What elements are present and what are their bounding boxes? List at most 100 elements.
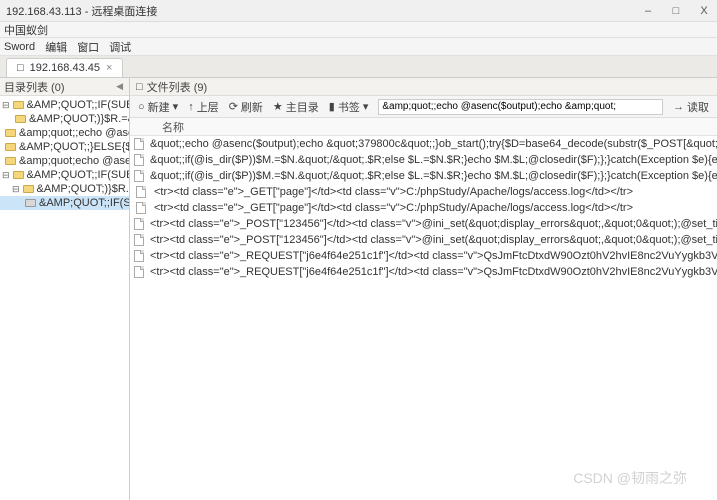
file-icon: [134, 249, 144, 263]
folder-icon: [15, 113, 26, 125]
file-row[interactable]: <tr><td class="e">_GET["page"]</td><td c…: [130, 184, 717, 200]
file-toolbar: ○ 新建 ▾ ↑ 上层 ⟳ 刷新 ★ 主目录 ▮ 书签 ▾: [130, 96, 717, 118]
close-button[interactable]: X: [697, 5, 711, 17]
tab-close-icon[interactable]: ×: [106, 62, 112, 74]
menu-window[interactable]: 窗口: [77, 39, 99, 55]
tab-label: 192.168.43.45: [30, 62, 100, 74]
folder-icon: [13, 169, 24, 181]
tree-item-label: &AMP;QUOT;;IF(SUBSTR($D,0,1)!: [27, 99, 129, 111]
bookmark-icon: ▮: [329, 100, 335, 113]
tree-item-label: &amp;quot;;echo @asenc($output): [19, 127, 129, 139]
refresh-button[interactable]: ⟳ 刷新: [229, 99, 263, 115]
tree-item[interactable]: ⊟ &AMP;QUOT;;IF(SUBSTR($D,0,1: [0, 168, 129, 182]
tree-item-label: &AMP;QUOT;;IF(SUBS: [39, 197, 129, 209]
file-icon: [134, 265, 144, 279]
file-icon: [134, 137, 144, 151]
drive-icon: [25, 197, 36, 209]
content-pane: □ 文件列表 (9) ○ 新建 ▾ ↑ 上层 ⟳ 刷新 ★ 主目录 ▮: [130, 78, 717, 500]
folder-icon: [5, 127, 16, 139]
arrow-up-icon: ↑: [188, 101, 194, 113]
menu-bar: Sword 编辑 窗口 调试: [0, 38, 717, 56]
menu-sword[interactable]: Sword: [4, 41, 35, 53]
file-name: &quot;;echo @asenc($output);echo &quot;3…: [150, 138, 717, 150]
path-input[interactable]: [378, 99, 663, 115]
tree-item[interactable]: &AMP;QUOT;;IF(SUBS: [0, 196, 129, 210]
file-row[interactable]: &quot;;if(@is_dir($P))$M.=$N.&quot;/&quo…: [130, 152, 717, 168]
file-icon: [134, 217, 144, 231]
home-button[interactable]: ★ 主目录: [273, 99, 319, 115]
tree-item-label: &AMP;QUOT;;IF(SUBSTR($D,0,1: [27, 169, 129, 181]
file-row[interactable]: <tr><td class="e">_REQUEST["j6e4f64e251c…: [130, 248, 717, 264]
window-controls: – □ X: [641, 5, 711, 17]
tree-item[interactable]: &AMP;QUOT;)}$R.=&AMP;QUOT;: [0, 112, 129, 126]
tree-item-label: &AMP;QUOT;)}$R.=&AMP;QUOT;: [29, 113, 129, 125]
folder-icon: [5, 141, 16, 153]
app-header: 中国蚁剑: [0, 22, 717, 38]
tree-item[interactable]: &amp;quot;;echo @asenc($output): [0, 126, 129, 140]
menu-edit[interactable]: 编辑: [45, 39, 67, 55]
file-icon: [134, 153, 144, 167]
star-icon: ★: [273, 100, 283, 113]
file-icon: [134, 233, 144, 247]
new-button[interactable]: ○ 新建 ▾: [138, 99, 178, 115]
tree-item-label: &AMP;QUOT;;}ELSE{$R.=&AMP;QUOT: [19, 141, 129, 153]
file-icon: [134, 185, 148, 199]
arrow-right-icon: →: [673, 101, 684, 113]
file-row[interactable]: &quot;;echo @asenc($output);echo &quot;3…: [130, 136, 717, 152]
up-button[interactable]: ↑ 上层: [188, 99, 219, 115]
file-name: <tr><td class="e">_POST["123456"]</td><t…: [150, 234, 717, 246]
tree-item-label: &AMP;QUOT;)}$R.=&AMP: [37, 183, 129, 195]
new-icon: ○: [138, 101, 145, 113]
maximize-button[interactable]: □: [669, 5, 683, 17]
minimize-button[interactable]: –: [641, 5, 655, 17]
tree-item[interactable]: ⊟ &AMP;QUOT;;IF(SUBSTR($D,0,1)!: [0, 98, 129, 112]
expand-icon[interactable]: ⊟: [2, 170, 10, 181]
main-split: 目录列表 (0) ◀ ⊟ &AMP;QUOT;;IF(SUBSTR($D,0,1)…: [0, 78, 717, 500]
file-name: <tr><td class="e">_REQUEST["j6e4f64e251c…: [150, 250, 717, 262]
column-header: 名称: [130, 118, 717, 136]
file-icon: [134, 169, 144, 183]
file-name: <tr><td class="e">_GET["page"]</td><td c…: [154, 202, 633, 214]
sidebar-title: 目录列表 (0): [4, 79, 65, 95]
file-list: &quot;;echo @asenc($output);echo &quot;3…: [130, 136, 717, 500]
file-row[interactable]: <tr><td class="e">_POST["123456"]</td><t…: [130, 216, 717, 232]
read-button[interactable]: → 读取: [673, 99, 709, 115]
tree-item[interactable]: &amp;quot;echo @asenc($outp: [0, 154, 129, 168]
file-name: <tr><td class="e">_REQUEST["j6e4f64e251c…: [150, 266, 717, 278]
file-row[interactable]: <tr><td class="e">_REQUEST["j6e4f64e251c…: [130, 264, 717, 280]
sidebar-collapse-icon[interactable]: ◀: [116, 81, 125, 92]
content-title: 文件列表 (9): [147, 79, 208, 95]
column-name[interactable]: 名称: [158, 119, 717, 135]
tree-item[interactable]: ⊟ &AMP;QUOT;)}$R.=&AMP: [0, 182, 129, 196]
chevron-down-icon: ▾: [363, 100, 369, 113]
window-title: 192.168.43.113 - 远程桌面连接: [6, 3, 157, 19]
sidebar: 目录列表 (0) ◀ ⊟ &AMP;QUOT;;IF(SUBSTR($D,0,1)…: [0, 78, 130, 500]
app-name: 中国蚁剑: [4, 22, 48, 38]
bookmark-button[interactable]: ▮ 书签 ▾: [329, 99, 369, 115]
tree-item-label: &amp;quot;echo @asenc($outp: [19, 155, 129, 167]
directory-tree: ⊟ &AMP;QUOT;;IF(SUBSTR($D,0,1)! &AMP;QUOT;…: [0, 96, 129, 500]
expand-icon[interactable]: ⊟: [12, 184, 20, 195]
refresh-icon: ⟳: [229, 100, 238, 113]
chevron-down-icon: ▾: [173, 100, 179, 113]
file-name: &quot;;if(@is_dir($P))$M.=$N.&quot;/&quo…: [150, 170, 717, 182]
menu-debug[interactable]: 调试: [109, 39, 131, 55]
tree-item[interactable]: &AMP;QUOT;;}ELSE{$R.=&AMP;QUOT: [0, 140, 129, 154]
window-titlebar: 192.168.43.113 - 远程桌面连接 – □ X: [0, 0, 717, 22]
file-icon: [134, 201, 148, 215]
file-row[interactable]: &quot;;if(@is_dir($P))$M.=$N.&quot;/&quo…: [130, 168, 717, 184]
sidebar-header: 目录列表 (0) ◀: [0, 78, 129, 96]
folder-icon: [23, 183, 34, 195]
tab-bar: □ 192.168.43.45 ×: [0, 56, 717, 78]
file-name: <tr><td class="e">_POST["123456"]</td><t…: [150, 218, 717, 230]
file-name: <tr><td class="e">_GET["page"]</td><td c…: [154, 186, 633, 198]
file-row[interactable]: <tr><td class="e">_POST["123456"]</td><t…: [130, 232, 717, 248]
tab-icon: □: [17, 62, 24, 74]
file-row[interactable]: <tr><td class="e">_GET["page"]</td><td c…: [130, 200, 717, 216]
folder-icon: [13, 99, 24, 111]
file-name: &quot;;if(@is_dir($P))$M.=$N.&quot;/&quo…: [150, 154, 717, 166]
content-header: □ 文件列表 (9): [130, 78, 717, 96]
tab-host[interactable]: □ 192.168.43.45 ×: [6, 58, 123, 77]
folder-icon: [5, 155, 16, 167]
expand-icon[interactable]: ⊟: [2, 100, 10, 111]
